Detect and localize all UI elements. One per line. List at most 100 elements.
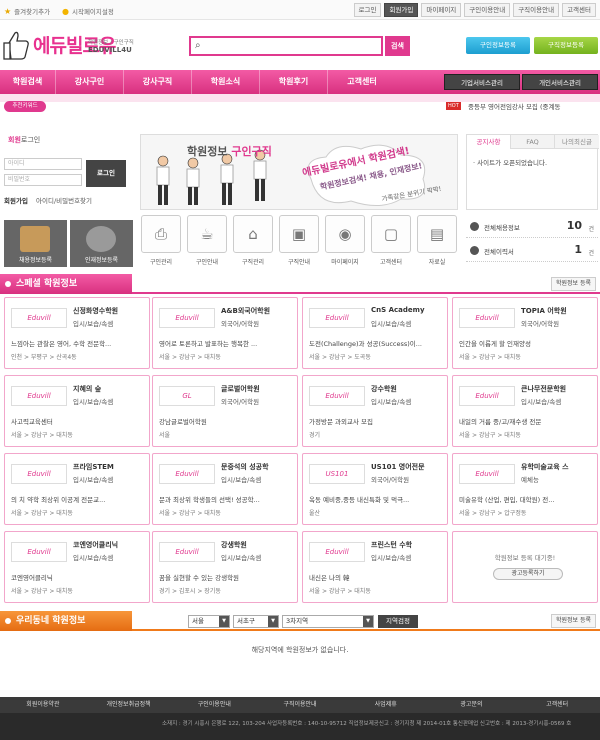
academy-name: 프라임STEM — [73, 463, 114, 471]
keyword-badge[interactable]: 추천키워드 — [4, 101, 46, 112]
personal-service-button[interactable]: 개인서비스관리 — [522, 74, 598, 90]
nav-academy-news[interactable]: 학원소식 — [192, 70, 260, 94]
footer-partnership[interactable]: 사업제휴 — [343, 697, 429, 713]
icon-menu-0[interactable]: ⎙ 구인관리 — [140, 215, 182, 267]
banner-title: 학원정보 구인구직 — [187, 145, 272, 158]
nav-teacher-recruit[interactable]: 강사구인 — [56, 70, 124, 94]
stats-box: 전체채용정보 10 건 전체이력서 1 건 — [466, 216, 598, 266]
icon-menu-5[interactable]: ▢ 고객센터 — [370, 215, 412, 267]
join-link-small[interactable]: 회원가입 — [4, 197, 28, 205]
academy-card[interactable]: Eduvill TOPIA 어학원 외국어/어학원 인간을 이롭게 할 인재양성 서울 … — [452, 297, 598, 369]
seek-guide-link[interactable]: 구직이용안내 — [513, 3, 560, 17]
city-select[interactable]: 서울 ▼ — [188, 615, 230, 628]
footer-job-guide[interactable]: 구인이용안내 — [171, 697, 257, 713]
academy-card[interactable]: US101 US101 영어전문 외국어/어학원 옥동 예비중,중등 내신특화 및 먹… — [302, 453, 448, 525]
tab-my-posts[interactable]: 나의최신글 — [555, 135, 599, 149]
academy-name: 지혜의 숲 — [73, 385, 102, 393]
find-account-link[interactable]: 아이디/비밀번호찾기 — [36, 197, 92, 205]
special-title: 스페셜 학원정보 — [0, 274, 132, 294]
id-input[interactable]: 아이디 — [4, 158, 82, 170]
district-select[interactable]: 서초구 ▼ — [233, 615, 279, 628]
academy-card[interactable]: Eduvill 프린스턴 수학 입시/보습/속셈 내신은 나의 韓 서울 > 강남구 >… — [302, 531, 448, 603]
notice-item[interactable]: · 사이트가 오픈되었습니다. — [473, 157, 547, 167]
nav-support[interactable]: 고객센터 — [328, 70, 396, 94]
academy-card[interactable]: Eduvill 유학미술교육 스 예체능 미술유학 (산업, 편입, 대학원) 전..… — [452, 453, 598, 525]
academy-category: 입시/보습/속셈 — [73, 320, 114, 328]
seek-post-button[interactable]: 구직정보등록 — [534, 37, 598, 54]
search-input[interactable] — [209, 39, 379, 53]
footer-ads[interactable]: 광고문의 — [429, 697, 515, 713]
tab-notice[interactable]: 공지사항 — [467, 135, 511, 149]
academy-name: 유학미술교육 스 — [521, 463, 569, 471]
academy-card[interactable]: Eduvill 큰나무전문학원 입시/보습/속셈 내일의 거름 중/고/재수생 전문 서… — [452, 375, 598, 447]
academy-card[interactable]: Eduvill 신정화영수학원 입시/보습/속셈 느낌아는 관찰은 영어, 수학 전문… — [4, 297, 150, 369]
academy-location: 서울 > 강남구 > 대치동 — [459, 432, 521, 439]
main-banner[interactable]: 학원정보 구인구직 에듀빌로유에서 학원검색! 학원정보검색! 채용, 인재정보… — [140, 134, 458, 210]
area-search-button[interactable]: 지역검정 — [378, 615, 418, 628]
job-register-button[interactable]: 채용정보등록 — [4, 220, 67, 267]
search-button[interactable]: 검색 — [385, 36, 410, 56]
nav-academy-review[interactable]: 학원후기 — [260, 70, 328, 94]
biz-service-button[interactable]: 기업서비스관리 — [444, 74, 520, 90]
academy-logo: Eduvill — [159, 308, 215, 328]
job-post-button[interactable]: 구인정보등록 — [466, 37, 530, 54]
local-register-button[interactable]: 학원정보 등록 — [550, 614, 596, 628]
footer-privacy[interactable]: 개인정보취급정책 — [86, 697, 172, 713]
folder-icon — [20, 226, 50, 252]
resumes-stat[interactable]: 전체이력서 1 건 — [466, 240, 598, 262]
printer-icon: ⎙ — [141, 215, 181, 253]
chevron-down-icon: ▼ — [219, 616, 229, 627]
ad-register-button[interactable]: 광고등록하기 — [493, 568, 563, 580]
password-input[interactable]: 비밀번호 — [4, 174, 82, 186]
homepage-link[interactable]: ● 시작페이지설정 — [62, 6, 114, 17]
academy-card[interactable]: Eduvill 프라임STEM 입시/보습/속셈 의 치 약학 최상위 이공계 전문교… — [4, 453, 150, 525]
footer-seek-guide[interactable]: 구직이용안내 — [257, 697, 343, 713]
local-divider — [132, 629, 600, 631]
special-register-button[interactable]: 학원정보 등록 — [550, 277, 596, 291]
academy-card[interactable]: Eduvill A&B외국어학원 외국어/어학원 영어로 토론하고 발표하는 행복한 … — [152, 297, 298, 369]
academy-description: 의 치 약학 최상위 이공계 전문교... — [11, 496, 106, 504]
academy-logo: Eduvill — [159, 542, 215, 562]
academy-card[interactable]: Eduvill 지혜의 숲 입시/보습/속셈 사고력교육센터 서울 > 강남구 > 대치… — [4, 375, 150, 447]
mypage-link[interactable]: 마이페이지 — [421, 3, 462, 17]
academy-card[interactable]: Eduvill 문중석의 성공학 입시/보습/속셈 문과 최상위 학생들의 선택! 성… — [152, 453, 298, 525]
academy-name: TOPIA 어학원 — [521, 307, 567, 315]
footer-terms[interactable]: 회원이용약관 — [0, 697, 86, 713]
site-logo[interactable]: 에듀빌로유 학원정보 / 구인구직 EDUVILL4U — [3, 27, 143, 65]
academy-card[interactable]: Eduvill 코엔영어클리닉 입시/보습/속셈 코엔영어클리닉 서울 > 강남구 > … — [4, 531, 150, 603]
academy-card[interactable]: Eduvill CnS Academy 입시/보습/속셈 도전(Challenge)과… — [302, 297, 448, 369]
academy-card[interactable]: Eduvill 강수학원 입시/보습/속셈 가정방문 과외교사 모집 경기 — [302, 375, 448, 447]
job-guide-link[interactable]: 구인이용안내 — [464, 3, 511, 17]
icon-menu-4[interactable]: ◉ 마이페이지 — [324, 215, 366, 267]
jobs-stat[interactable]: 전체채용정보 10 건 — [466, 216, 598, 238]
bookmark-link[interactable]: ★ 즐겨찾기추가 — [4, 6, 50, 17]
area-select[interactable]: 3차지역 ▼ — [282, 615, 374, 628]
academy-logo: GL — [159, 386, 215, 406]
academy-location: 서울 — [159, 432, 171, 439]
login-title: 회원로그인 — [8, 136, 41, 144]
icon-menu-2[interactable]: ⌂ 구직관리 — [232, 215, 274, 267]
academy-card[interactable]: Eduvill 강생학원 입시/보습/속셈 꿈을 실현할 수 있는 강생학원 경기 > … — [152, 531, 298, 603]
academy-category: 외국어/어학원 — [371, 476, 410, 484]
login-button[interactable]: 로그인 — [86, 160, 126, 187]
academy-name: 프린스턴 수학 — [371, 541, 413, 549]
login-link[interactable]: 로그인 — [353, 3, 382, 17]
academy-description: 강남글로벌어학원 — [159, 418, 207, 426]
talent-register-button[interactable]: 인재정보등록 — [70, 220, 133, 267]
star-icon: ★ — [4, 6, 12, 16]
footer-support[interactable]: 고객센터 — [514, 697, 600, 713]
nav-academy-search[interactable]: 학원검색 — [0, 70, 56, 94]
news-ticker[interactable]: 중등부 영어전임강사 모집 (중계동 — [468, 101, 600, 111]
academy-name: CnS Academy — [371, 306, 425, 314]
icon-menu-6[interactable]: ▤ 자료실 — [416, 215, 458, 267]
support-link[interactable]: 고객센터 — [562, 3, 596, 17]
icon-menu-1[interactable]: ☕ 구인안내 — [186, 215, 228, 267]
nav-teacher-seek[interactable]: 강사구직 — [124, 70, 192, 94]
join-link[interactable]: 회원가입 — [384, 3, 419, 17]
tab-faq[interactable]: FAQ — [511, 135, 555, 149]
academy-category: 입시/보습/속셈 — [73, 554, 114, 562]
search-icon: ⌕ — [195, 40, 201, 51]
academy-card[interactable]: GL 글로벌어학원 외국어/어학원 강남글로벌어학원 서울 — [152, 375, 298, 447]
academy-logo: Eduvill — [159, 464, 215, 484]
icon-menu-3[interactable]: ▣ 구직안내 — [278, 215, 320, 267]
